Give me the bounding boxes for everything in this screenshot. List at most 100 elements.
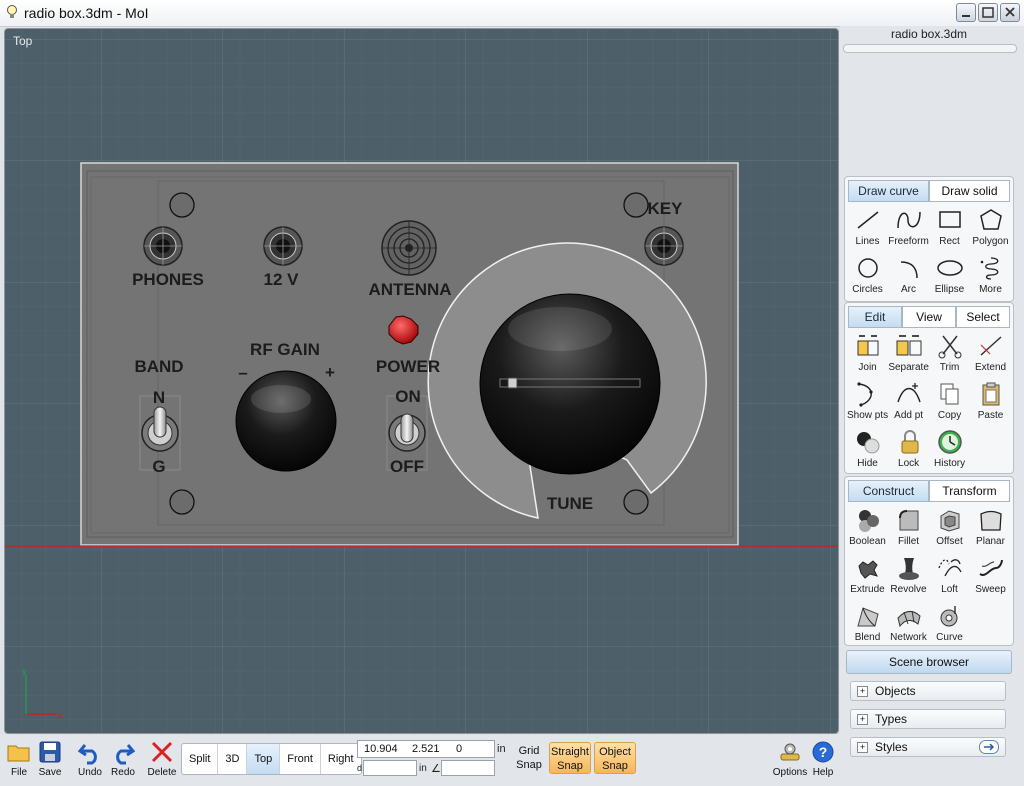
help-button[interactable]: ? Help [805,739,841,778]
tool-history[interactable]: History [929,428,970,476]
straight-snap-button[interactable]: Straight Snap [549,742,591,774]
tool-sweep[interactable]: Sweep [970,554,1011,602]
draw-group: Draw curve Draw solid Lines Freeform Rec… [844,176,1014,302]
scene-browser-button[interactable]: Scene browser [846,650,1012,674]
distance-label: d [357,763,363,773]
tool-lock[interactable]: Lock [888,428,929,476]
tab-select[interactable]: Select [956,306,1010,328]
options-button[interactable]: Options [770,739,810,778]
delete-button[interactable]: Delete [144,739,180,778]
save-icon [39,741,61,763]
distance-unit: in [419,763,427,774]
tab-view[interactable]: View [902,306,956,328]
boolean-icon [858,510,879,532]
label-tune: TUNE [547,494,593,513]
scene-item-types[interactable]: + Types [850,709,1006,729]
scissors-icon [938,335,962,359]
join-icon [857,335,879,356]
title-bar: radio box.3dm - MoI [0,0,1024,27]
view-split-button[interactable]: Split [182,744,219,774]
view-right-button[interactable]: Right [321,744,361,774]
extend-icon [980,336,1002,356]
tool-curve[interactable]: Curve [929,602,970,650]
loft-icon [937,559,962,577]
tab-transform[interactable]: Transform [929,480,1010,502]
tool-add-pt[interactable]: Add pt [888,380,929,428]
paste-icon [982,382,1000,406]
tool-offset[interactable]: Offset [929,506,970,554]
tab-construct[interactable]: Construct [848,480,929,502]
scene-item-styles[interactable]: + Styles [850,737,1006,757]
axis-x-label: x [58,710,63,720]
tool-rect[interactable]: Rect [929,206,970,254]
expand-icon: + [857,714,868,725]
arrow-right-icon[interactable] [979,740,999,754]
folder-icon [7,745,30,762]
tool-extend[interactable]: Extend [970,332,1011,380]
redo-button[interactable]: Redo [105,739,141,778]
file-name: radio box.3dm [890,27,968,41]
tool-separate[interactable]: Separate [888,332,929,380]
tool-loft[interactable]: Loft [929,554,970,602]
window-controls [956,3,1020,22]
save-button[interactable]: Save [32,739,68,778]
scene-item-objects[interactable]: + Objects [850,681,1006,701]
antenna-connector [381,220,437,276]
tool-more[interactable]: More [970,254,1011,302]
tool-extrude[interactable]: Extrude [847,554,888,602]
minimize-icon [962,15,970,17]
tool-polygon[interactable]: Polygon [970,206,1011,254]
rectangle-icon [938,211,961,228]
view-top-button[interactable]: Top [247,744,281,774]
12v-jack [263,226,303,266]
close-button[interactable] [1000,3,1020,22]
tool-paste[interactable]: Paste [970,380,1011,428]
maximize-button[interactable] [978,3,998,22]
copy-icon [940,383,959,405]
tool-network[interactable]: Network [888,602,929,650]
blend-icon [856,607,879,627]
side-panel: radio box.3dm Draw curve Draw solid Line… [840,26,1024,786]
angle-input[interactable] [441,760,495,776]
minimize-button[interactable] [956,3,976,22]
tool-planar[interactable]: Planar [970,506,1011,554]
view-3d-button[interactable]: 3D [218,744,248,774]
tab-edit[interactable]: Edit [848,306,902,328]
distance-input[interactable] [363,760,417,776]
tool-join[interactable]: Join [847,332,888,380]
tab-draw-solid[interactable]: Draw solid [929,180,1010,202]
tool-fillet[interactable]: Fillet [888,506,929,554]
angle-icon: ∠ [431,763,441,775]
viewport-name[interactable]: Top [13,34,32,48]
object-snap-button[interactable]: Object Snap [594,742,636,774]
tool-lines[interactable]: Lines [847,206,888,254]
tool-freeform[interactable]: Freeform [888,206,929,254]
tab-draw-curve[interactable]: Draw curve [848,180,929,202]
axis-y-label: y [22,666,27,676]
tune-slider-handle[interactable] [507,377,518,389]
ellipse-icon [936,260,963,276]
grid-snap-button[interactable]: Grid Snap [512,744,546,772]
show-points-icon [856,382,873,407]
tool-show-pts[interactable]: Show pts [847,380,888,428]
coord-z: 0 [456,743,463,755]
tool-arc[interactable]: Arc [888,254,929,302]
tool-hide[interactable]: Hide [847,428,888,476]
view-front-button[interactable]: Front [280,744,321,774]
screw-hole [623,192,649,218]
tool-boolean[interactable]: Boolean [847,506,888,554]
fillet-icon [898,510,918,531]
tool-copy[interactable]: Copy [929,380,970,428]
sweep-icon [978,559,1003,576]
label-band-g: G [152,457,165,476]
tool-circles[interactable]: Circles [847,254,888,302]
tool-ellipse[interactable]: Ellipse [929,254,970,302]
viewport-top[interactable]: PHONES 12 V ANTENNA KEY BAND N G RF GAIN… [4,28,839,734]
coordinate-input[interactable]: 10.904 2.521 0 [357,740,495,758]
tool-trim[interactable]: Trim [929,332,970,380]
tool-blend[interactable]: Blend [847,602,888,650]
lock-icon [901,430,919,454]
undo-button[interactable]: Undo [72,739,108,778]
tool-revolve[interactable]: Revolve [888,554,929,602]
add-point-icon [896,383,921,403]
